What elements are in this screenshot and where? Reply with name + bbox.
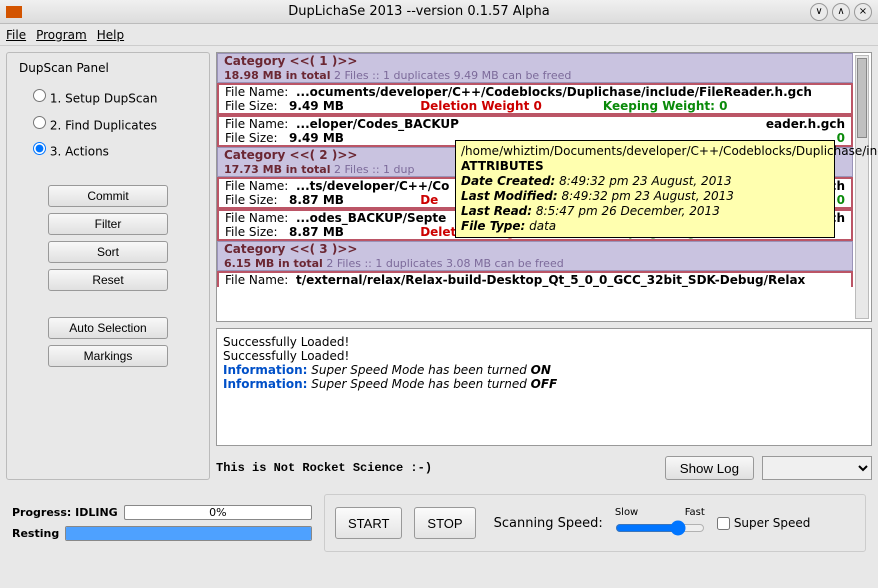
radio-find[interactable]: 2. Find Duplicates [33,116,197,133]
super-speed-checkbox[interactable]: Super Speed [717,516,811,530]
resting-bar [65,526,312,541]
maximize-button[interactable]: ∧ [832,3,850,21]
log-line: Successfully Loaded! [223,349,865,363]
commit-button[interactable]: Commit [48,185,168,207]
panel-title: DupScan Panel [19,61,197,75]
titlebar: DupLichaSe 2013 --version 0.1.57 Alpha ∨… [0,0,878,24]
auto-selection-button[interactable]: Auto Selection [48,317,168,339]
scrollbar-thumb[interactable] [857,58,867,138]
dupscan-panel: DupScan Panel 1. Setup DupScan 2. Find D… [6,52,210,480]
progress-bar: 0% [124,505,312,520]
app-icon [6,6,22,18]
filter-button[interactable]: Filter [48,213,168,235]
markings-button[interactable]: Markings [48,345,168,367]
menubar: File Program Help [0,24,878,46]
scrollbar[interactable] [855,55,869,319]
log-dropdown[interactable] [762,456,872,480]
menu-help[interactable]: Help [97,28,124,42]
menu-program[interactable]: Program [36,28,87,42]
log-box: Successfully Loaded! Successfully Loaded… [216,328,872,446]
window-title: DupLichaSe 2013 --version 0.1.57 Alpha [28,4,810,19]
minimize-button[interactable]: ∨ [810,3,828,21]
radio-actions[interactable]: 3. Actions [33,142,197,159]
reset-button[interactable]: Reset [48,269,168,291]
log-line: Information: Super Speed Mode has been t… [223,377,865,391]
resting-label: Resting [12,527,59,540]
file-row[interactable]: File Name: t/external/relax/Relax-build-… [217,271,853,287]
radio-setup[interactable]: 1. Setup DupScan [33,89,197,106]
stop-button[interactable]: STOP [414,507,475,539]
category-1-header[interactable]: Category <<( 1 )>> 18.98 MB in total 2 F… [217,53,853,83]
file-row[interactable]: File Name: ...ocuments/developer/C++/Cod… [217,83,853,115]
menu-file[interactable]: File [6,28,26,42]
tagline: This is Not Rocket Science :-) [216,461,657,475]
sort-button[interactable]: Sort [48,241,168,263]
start-button[interactable]: START [335,507,402,539]
log-line: Information: Super Speed Mode has been t… [223,363,865,377]
log-line: Successfully Loaded! [223,335,865,349]
close-button[interactable]: × [854,3,872,21]
file-tooltip: /home/whiztim/Documents/developer/C++/Co… [455,140,835,238]
scan-controls: START STOP Scanning Speed: SlowFast Supe… [324,494,866,552]
progress-label: Progress: IDLING [12,506,118,519]
category-3-header[interactable]: Category <<( 3 )>> 6.15 MB in total 2 Fi… [217,241,853,271]
show-log-button[interactable]: Show Log [665,456,754,480]
speed-slider[interactable] [615,520,705,536]
scanning-speed-label: Scanning Speed: [494,516,603,531]
